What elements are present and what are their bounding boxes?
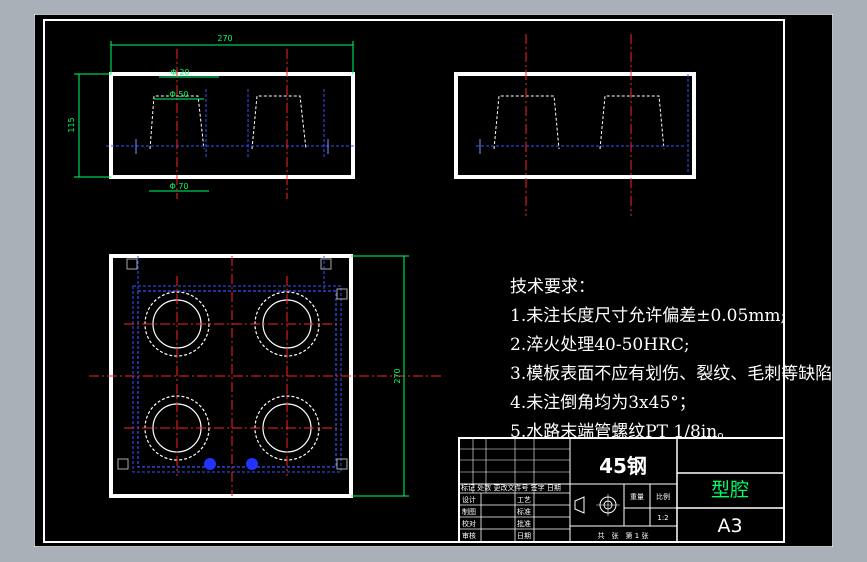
- side-view: [454, 34, 696, 216]
- drawing-canvas: 270 Φ 20 Φ 50 Φ 70 115 270 技术要求： 1.未注长度尺…: [33, 13, 838, 548]
- note-item-3: 3.模板表面不应有划伤、裂纹、毛刺等缺陷;: [510, 364, 833, 384]
- dim-bore-c: Φ 70: [169, 182, 188, 191]
- plan-view: [89, 254, 444, 498]
- mid-standard: 标准: [517, 507, 531, 516]
- weight-col-label: 重量: [630, 493, 644, 501]
- dim-height-right: 270: [393, 368, 402, 383]
- part-name: 型腔: [711, 479, 749, 501]
- mid-approve: 批准: [517, 519, 531, 528]
- front-view-left: [74, 41, 356, 199]
- row-draw: 制图: [462, 507, 476, 516]
- mid-date: 日期: [517, 532, 531, 540]
- row-check: 校对: [462, 519, 476, 528]
- dim-height-left: 115: [67, 117, 76, 132]
- sheets-label: 共 张 第 1 张: [598, 531, 649, 540]
- scale-value: 1:2: [657, 514, 668, 522]
- row-design: 设计: [462, 495, 476, 504]
- note-item-2: 2.淬火处理40-50HRC;: [510, 335, 690, 355]
- revision-header: 标记 处数 更改文件号 签字 日期: [461, 483, 561, 492]
- dim-bore-b: Φ 50: [169, 90, 188, 99]
- note-item-1: 1.未注长度尺寸允许偏差±0.05mm;: [510, 306, 786, 326]
- mid-process: 工艺: [517, 496, 531, 504]
- note-item-4: 4.未注倒角均为3x45°；: [510, 393, 696, 413]
- sheet-size: A3: [717, 515, 742, 537]
- dim-bore-a: Φ 20: [170, 68, 189, 77]
- dim-top-width: 270: [217, 34, 232, 43]
- notes-title: 技术要求：: [510, 277, 595, 297]
- row-review: 审核: [462, 531, 476, 540]
- scale-col-label: 比例: [656, 492, 670, 501]
- material-label: 45钢: [599, 454, 647, 478]
